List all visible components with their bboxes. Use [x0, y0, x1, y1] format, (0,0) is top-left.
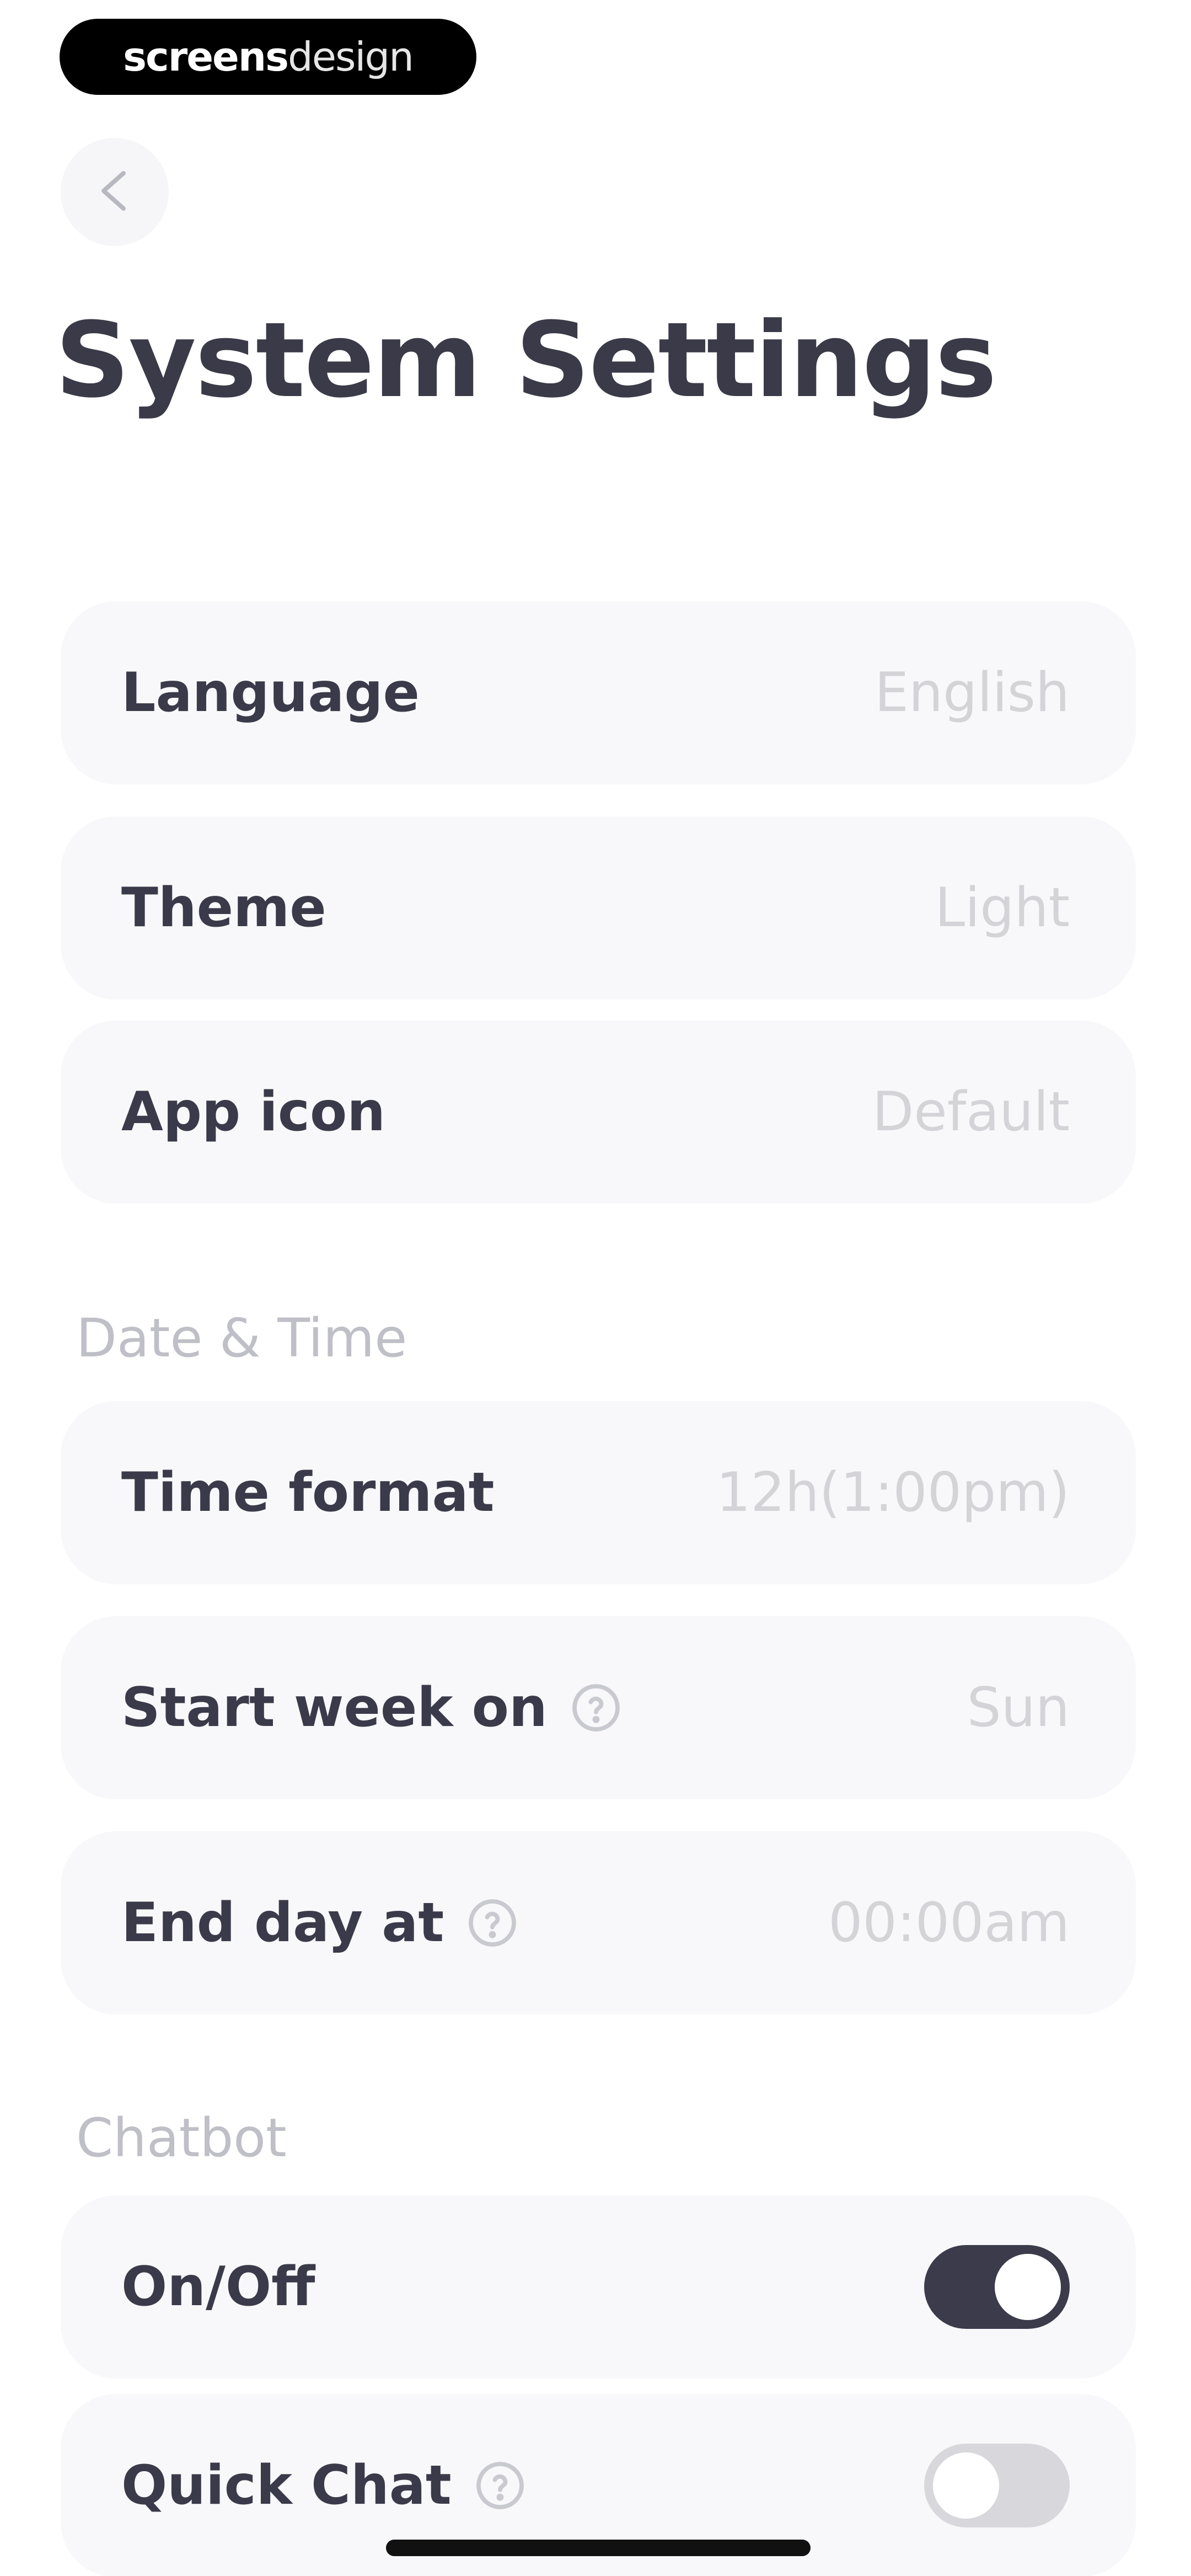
toggle-knob [933, 2452, 999, 2519]
brand-part-2: design [287, 34, 414, 80]
question-circle-icon[interactable] [567, 1679, 625, 1736]
row-value: English [875, 661, 1070, 724]
section-label-date-time: Date & Time [76, 1307, 407, 1369]
row-value: 12h(1:00pm) [716, 1461, 1070, 1524]
row-label: App icon [121, 1081, 386, 1143]
row-value: Light [935, 877, 1070, 939]
page-title: System Settings [55, 300, 997, 421]
home-indicator [386, 2540, 811, 2556]
row-label: End day at [121, 1891, 444, 1954]
row-value: Default [872, 1081, 1070, 1143]
app-icon-row[interactable]: App icon Default [61, 1020, 1136, 1204]
row-label: Language [121, 661, 420, 724]
row-label: Time format [121, 1461, 495, 1524]
back-button[interactable] [61, 138, 169, 246]
start-week-row[interactable]: Start week on Sun [61, 1616, 1136, 1799]
quick-chat-toggle[interactable] [924, 2444, 1070, 2527]
time-format-row[interactable]: Time format 12h(1:00pm) [61, 1401, 1136, 1584]
row-value: Sun [967, 1676, 1070, 1739]
row-label: Quick Chat [121, 2454, 452, 2517]
language-row[interactable]: Language English [61, 601, 1136, 784]
chevron-left-icon [88, 164, 141, 220]
question-circle-icon[interactable] [471, 2457, 529, 2514]
row-label: On/Off [121, 2256, 315, 2318]
row-label-wrapper: Start week on [121, 1676, 625, 1739]
row-label-wrapper: End day at [121, 1891, 521, 1954]
chatbot-on-off-row: On/Off [61, 2195, 1136, 2379]
row-label: Theme [121, 877, 326, 939]
brand-badge: screens design [60, 19, 476, 95]
section-label-chatbot: Chatbot [76, 2107, 287, 2169]
system-settings-screen: screens design System Settings Language E… [0, 0, 1191, 2576]
row-value: 00:00am [828, 1891, 1070, 1954]
chatbot-toggle[interactable] [924, 2245, 1070, 2329]
question-circle-icon[interactable] [464, 1894, 521, 1952]
theme-row[interactable]: Theme Light [61, 816, 1136, 1000]
end-day-row[interactable]: End day at 00:00am [61, 1831, 1136, 2014]
brand-part-1: screens [123, 34, 289, 80]
toggle-knob [995, 2254, 1061, 2320]
row-label-wrapper: Quick Chat [121, 2454, 529, 2517]
row-label: Start week on [121, 1676, 548, 1739]
